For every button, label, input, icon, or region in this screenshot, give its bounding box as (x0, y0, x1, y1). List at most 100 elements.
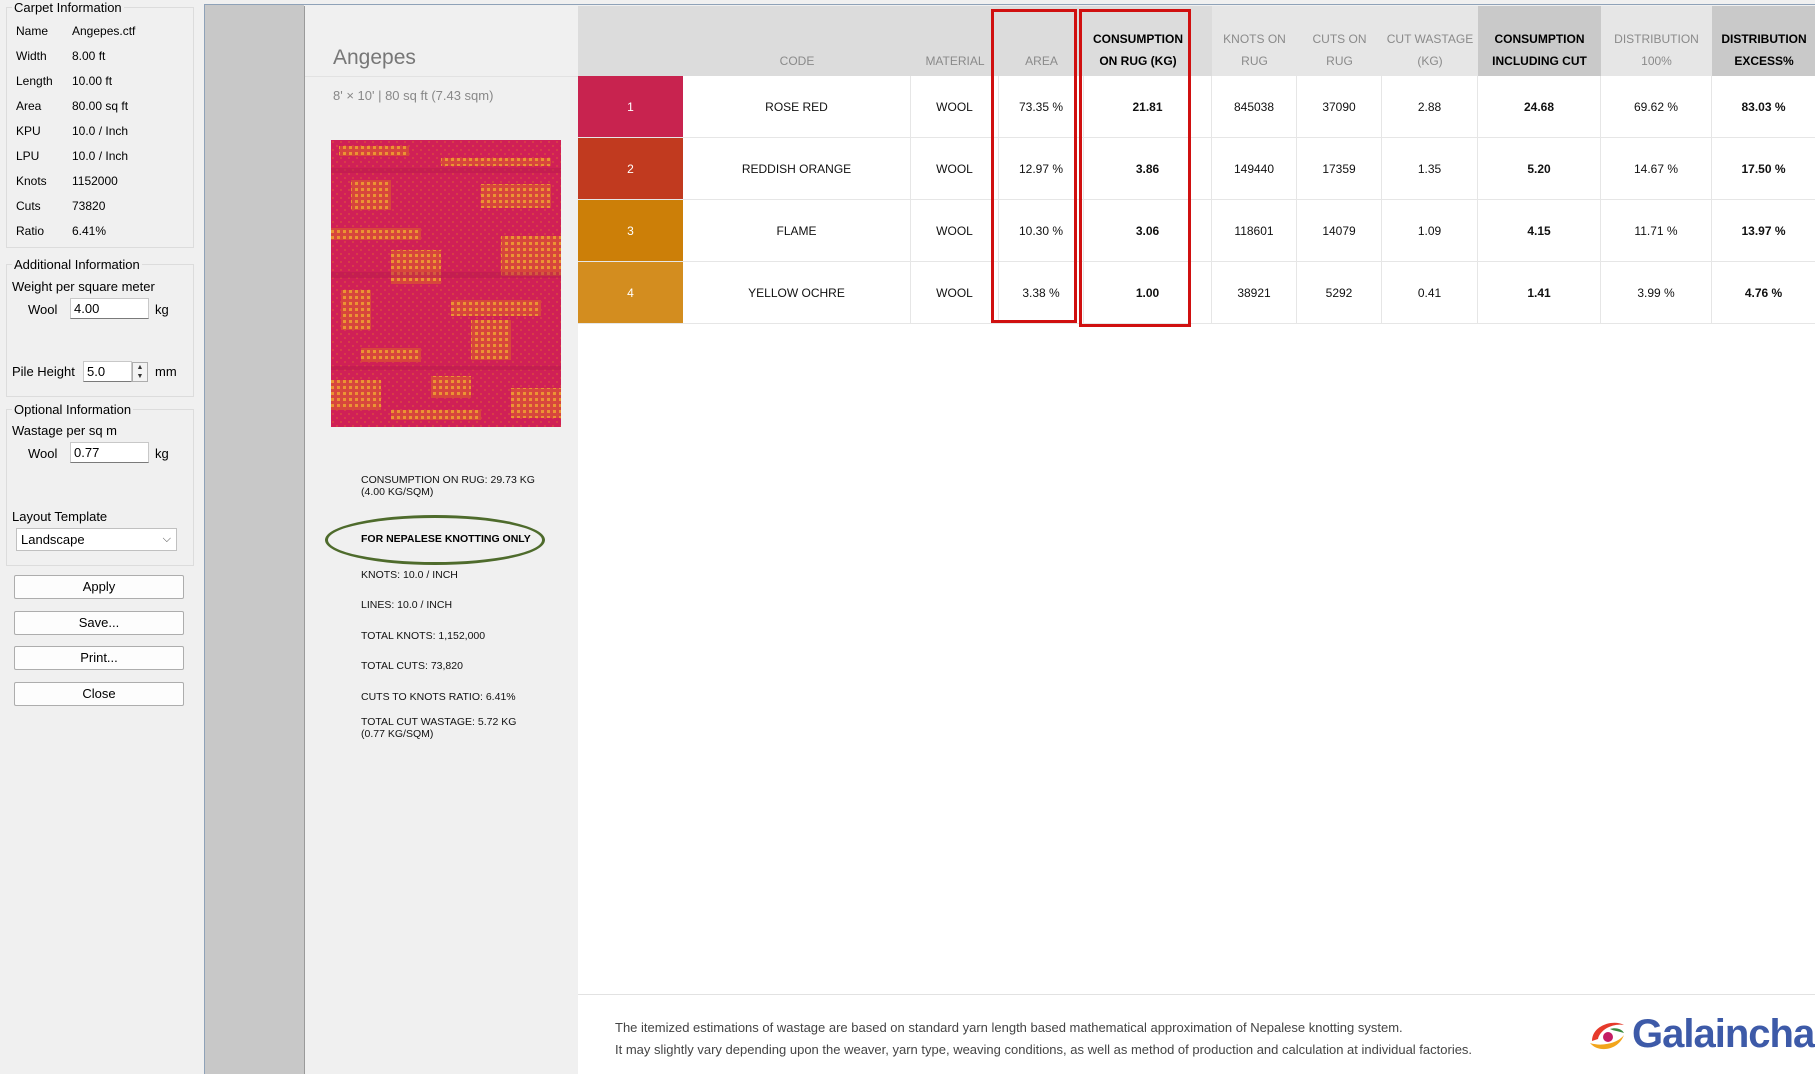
wool-weight-unit: kg (155, 302, 169, 317)
pile-height-spinner[interactable]: ▲ ▼ (132, 362, 148, 382)
cell-code: FLAME (683, 200, 911, 262)
carpet-info-row: Name Angepes.ctf (16, 24, 186, 40)
carpet-info-row: Ratio 6.41% (16, 224, 186, 240)
carpet-info-row: Cuts 73820 (16, 199, 186, 215)
cuts-ratio: CUTS TO KNOTS RATIO: 6.41% (361, 691, 516, 703)
cell-knots: 149440 (1212, 138, 1297, 200)
report-page: Angepes 8' × 10' | 80 sq ft (7.43 sqm) C… (304, 6, 1815, 1074)
header-cuts: CUTS ON RUG (1297, 6, 1382, 76)
carpet-info-key: LPU (16, 149, 40, 163)
consumption-line-2: (4.00 KG/SQM) (361, 486, 434, 498)
cell-incl-cut: 1.41 (1478, 262, 1601, 324)
carpet-info-value: Angepes.ctf (72, 24, 136, 38)
carpet-info-legend: Carpet Information (14, 0, 122, 15)
cell-cuts: 14079 (1297, 200, 1382, 262)
wool-weight-input[interactable]: 4.00 (70, 298, 149, 319)
cell-distribution: 69.62 % (1601, 76, 1712, 138)
color-swatch: 3 (578, 200, 683, 262)
galaincha-logo: Galaincha (1582, 1011, 1815, 1057)
wool-weight-label: Wool (28, 302, 58, 317)
table-row: 2 REDDISH ORANGE WOOL 12.97 % 3.86 149440 1735… (578, 138, 1815, 200)
consumption-summary: CONSUMPTION ON RUG: 29.73 KG (4.00 KG/SQ… (361, 474, 535, 498)
cell-code: YELLOW OCHRE (683, 262, 911, 324)
cell-material: WOOL (911, 262, 999, 324)
spin-up-icon[interactable]: ▲ (133, 363, 147, 372)
cell-wastage: 2.88 (1382, 76, 1478, 138)
spin-down-icon[interactable]: ▼ (133, 372, 147, 381)
cell-material: WOOL (911, 200, 999, 262)
pile-height-label: Pile Height (12, 364, 75, 379)
carpet-info-key: Area (16, 99, 42, 113)
divider (305, 76, 578, 77)
cell-wastage: 1.35 (1382, 138, 1478, 200)
carpet-info-value: 6.41% (72, 224, 107, 238)
layout-template-label: Layout Template (12, 509, 108, 524)
additional-info-legend: Additional Information (14, 257, 140, 272)
wastage-label: Wastage per sq m (12, 423, 118, 438)
rug-info-column: Angepes 8' × 10' | 80 sq ft (7.43 sqm) C… (305, 6, 578, 1074)
pile-height-input[interactable]: 5.0 (83, 361, 132, 382)
footer-note-line-1: The itemized estimations of wastage are … (615, 1020, 1403, 1035)
cut-wastage-summary: TOTAL CUT WASTAGE: 5.72 KG (0.77 KG/SQM) (361, 716, 516, 740)
preview-gutter (204, 4, 304, 1074)
rug-preview-image (331, 140, 561, 427)
cell-code: REDDISH ORANGE (683, 138, 911, 200)
cell-knots: 38921 (1212, 262, 1297, 324)
table-row: 3 FLAME WOOL 10.30 % 3.06 118601 14079 1.09 4.15… (578, 200, 1815, 262)
wool-wastage-label: Wool (28, 446, 58, 461)
preview-top-border (204, 0, 1815, 5)
wool-wastage-input[interactable]: 0.77 (70, 442, 149, 463)
carpet-info-value: 8.00 ft (72, 49, 106, 63)
table-row: 4 YELLOW OCHRE WOOL 3.38 % 1.00 38921 5292 0.41… (578, 262, 1815, 324)
cell-cuts: 37090 (1297, 76, 1382, 138)
consumption-line-1: CONSUMPTION ON RUG: 29.73 KG (361, 474, 535, 486)
close-button[interactable]: Close (14, 682, 184, 706)
cell-excess: 13.97 % (1712, 200, 1815, 262)
header-distribution: DISTRIBUTION 100% (1601, 6, 1712, 76)
cell-knots: 118601 (1212, 200, 1297, 262)
carpet-info-key: Ratio (16, 224, 45, 238)
wastage-line-2: (0.77 KG/SQM) (361, 728, 434, 740)
total-cuts: TOTAL CUTS: 73,820 (361, 660, 463, 672)
lines-per-inch: LINES: 10.0 / INCH (361, 599, 453, 611)
cell-excess: 83.03 % (1712, 76, 1815, 138)
pile-height-unit: mm (155, 364, 177, 379)
carpet-info-key: Name (16, 24, 49, 38)
save-button[interactable]: Save... (14, 611, 184, 635)
color-swatch: 2 (578, 138, 683, 200)
carpet-info-row: Width 8.00 ft (16, 49, 186, 65)
rug-name: Angepes (333, 46, 416, 69)
carpet-info-value: 80.00 sq ft (72, 99, 129, 113)
carpet-info-key: Cuts (16, 199, 41, 213)
header-material: MATERIAL (925, 54, 985, 68)
optional-info-legend: Optional Information (14, 402, 132, 417)
print-button[interactable]: Print... (14, 646, 184, 670)
area-highlight-box (991, 9, 1077, 323)
color-swatch: 4 (578, 262, 683, 324)
header-knots: KNOTS ON RUG (1212, 6, 1297, 76)
carpet-info-row: LPU 10.0 / Inch (16, 149, 186, 165)
cell-material: WOOL (911, 138, 999, 200)
cell-wastage: 1.09 (1382, 200, 1478, 262)
cell-material: WOOL (911, 76, 999, 138)
carpet-info-value: 10.00 ft (72, 74, 113, 88)
cell-distribution: 11.71 % (1601, 200, 1712, 262)
logo-swoosh-icon (1590, 1022, 1624, 1050)
header-wastage: CUT WASTAGE (KG) (1382, 6, 1478, 76)
carpet-info-value: 10.0 / Inch (72, 149, 129, 163)
layout-template-select[interactable]: Landscape ⌵ (16, 528, 177, 551)
footer-note-line-2: It may slightly vary depending upon the … (615, 1042, 1473, 1057)
cell-cuts: 17359 (1297, 138, 1382, 200)
apply-button[interactable]: Apply (14, 575, 184, 599)
chevron-down-icon: ⌵ (162, 533, 171, 545)
carpet-info-key: Length (16, 74, 53, 88)
cell-incl-cut: 5.20 (1478, 138, 1601, 200)
total-knots: TOTAL KNOTS: 1,152,000 (361, 630, 486, 642)
cell-knots: 845038 (1212, 76, 1297, 138)
carpet-info-key: KPU (16, 124, 41, 138)
cell-cuts: 5292 (1297, 262, 1382, 324)
cell-excess: 17.50 % (1712, 138, 1815, 200)
cell-wastage: 0.41 (1382, 262, 1478, 324)
table-row: 1 ROSE RED WOOL 73.35 % 21.81 845038 37090 2.88… (578, 76, 1815, 138)
footer-divider (578, 994, 1815, 995)
